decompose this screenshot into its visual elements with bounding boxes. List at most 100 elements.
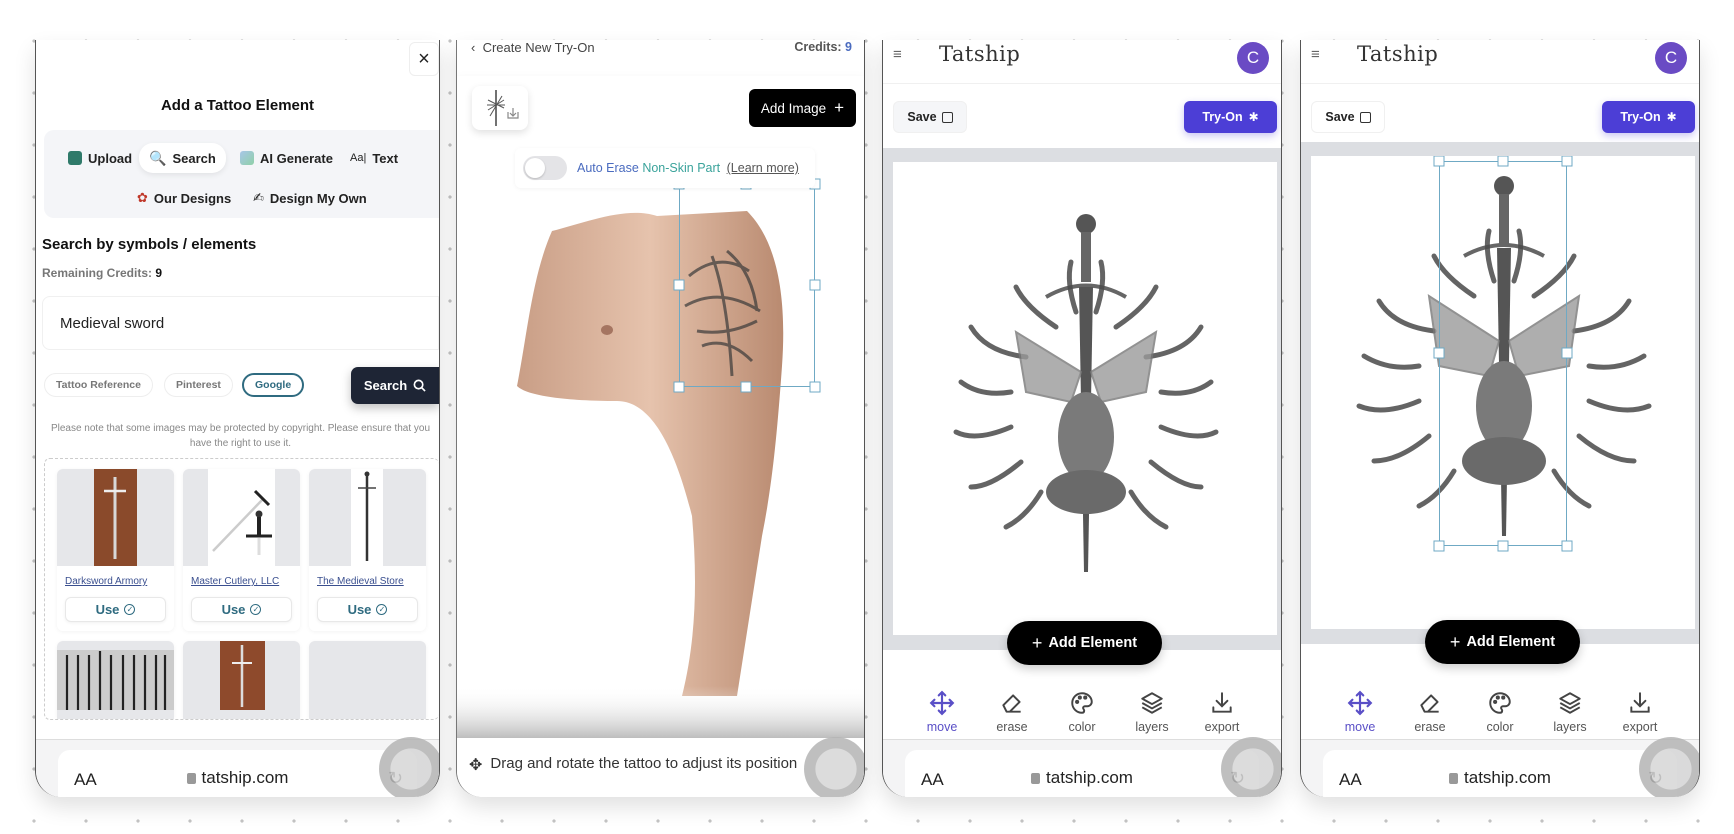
tab-text[interactable]: Aa| Text — [340, 143, 408, 173]
url-display[interactable]: tatship.com — [905, 768, 1259, 788]
avatar[interactable]: C — [1655, 42, 1687, 74]
tattoo-selection-box[interactable] — [679, 184, 815, 387]
eraser-icon — [1002, 694, 1021, 713]
tool-export[interactable]: export — [1611, 690, 1669, 734]
sword-angel-tattoo-design[interactable] — [893, 162, 1277, 635]
plus-icon: + — [1031, 632, 1043, 653]
save-button[interactable]: Save — [1311, 101, 1385, 133]
tool-color[interactable]: color — [1471, 690, 1529, 734]
close-button[interactable]: × — [409, 42, 439, 76]
design-canvas[interactable] — [893, 162, 1277, 635]
tool-layers[interactable]: layers — [1541, 690, 1599, 734]
rose-icon: ✿ — [137, 190, 148, 205]
search-input[interactable] — [42, 296, 439, 350]
auto-erase-toggle[interactable] — [523, 156, 567, 180]
tab-upload[interactable]: Upload — [58, 143, 142, 173]
result-image[interactable] — [309, 469, 426, 566]
try-on-header: ‹ Create New Try-On Credits: 9 — [457, 40, 864, 76]
plus-icon: + — [1449, 631, 1461, 652]
source-chip-tattoo-reference[interactable]: Tattoo Reference — [44, 373, 153, 397]
auto-erase-bar: Auto Erase Non-Skin Part (Learn more) — [515, 148, 815, 188]
url-display[interactable]: tatship.com — [58, 768, 417, 788]
copyright-notice: Please note that some images may be prot… — [50, 423, 431, 449]
resize-handle[interactable] — [1433, 347, 1445, 359]
result-source-link[interactable]: Darksword Armory — [65, 576, 147, 587]
search-results-grid: Darksword Armory Use ✓ Master Cutlery, LL… — [44, 458, 439, 720]
result-image[interactable] — [57, 469, 174, 566]
tool-layers[interactable]: layers — [1123, 690, 1181, 734]
design-canvas-frame — [1301, 142, 1699, 644]
tab-search[interactable]: 🔍 Search — [139, 143, 226, 173]
avatar[interactable]: C — [1237, 42, 1269, 74]
resize-handle[interactable] — [1561, 540, 1573, 552]
result-card — [183, 641, 300, 719]
resize-handle[interactable] — [809, 279, 821, 291]
check-circle-icon: ✓ — [250, 604, 262, 615]
result-image[interactable] — [183, 469, 300, 566]
design-canvas-frame — [883, 148, 1281, 650]
result-image[interactable] — [183, 641, 300, 719]
resize-handle[interactable] — [1433, 156, 1445, 167]
result-card — [57, 641, 174, 719]
result-card: Darksword Armory Use ✓ — [57, 469, 174, 631]
tool-erase[interactable]: erase — [983, 690, 1041, 734]
search-button[interactable]: Search — [351, 367, 439, 404]
try-on-button[interactable]: Try-On ✱ — [1602, 101, 1695, 133]
save-button[interactable]: Save — [893, 101, 967, 133]
resize-handle[interactable] — [1497, 156, 1509, 167]
resize-handle[interactable] — [809, 381, 821, 393]
tatship-logo[interactable]: Tatship — [1357, 42, 1438, 66]
close-icon: × — [418, 47, 430, 70]
url-display[interactable]: tatship.com — [1323, 768, 1677, 788]
hamburger-menu-icon[interactable]: ≡ — [893, 46, 902, 63]
result-source-link[interactable]: Master Cutlery, LLC — [191, 576, 279, 587]
search-icon — [413, 379, 426, 392]
layers-icon — [1141, 692, 1163, 714]
result-card: The Medieval Store Use ✓ — [309, 469, 426, 631]
download-icon — [1212, 692, 1232, 713]
try-on-button[interactable]: Try-On ✱ — [1184, 101, 1277, 133]
layers-icon — [1559, 692, 1581, 714]
resize-handle[interactable] — [740, 381, 752, 393]
tattoo-selection-box[interactable] — [1439, 161, 1567, 546]
editor-panel-selected: ≡ Tatship C Save Try-On ✱ + Add Element … — [1300, 40, 1700, 797]
use-button[interactable]: Use ✓ — [317, 597, 418, 622]
source-chip-pinterest[interactable]: Pinterest — [164, 373, 233, 397]
tool-color[interactable]: color — [1053, 690, 1111, 734]
result-image[interactable] — [57, 641, 174, 719]
resize-handle[interactable] — [673, 381, 685, 393]
add-element-button[interactable]: + Add Element — [1425, 620, 1580, 664]
section-heading: Search by symbols / elements — [42, 236, 257, 253]
resize-handle[interactable] — [673, 279, 685, 291]
check-circle-icon: ✓ — [376, 604, 388, 615]
tool-export[interactable]: export — [1193, 690, 1251, 734]
resize-handle[interactable] — [1497, 540, 1509, 552]
add-image-button[interactable]: Add Image + — [749, 89, 856, 127]
tattoo-thumbnail[interactable] — [472, 86, 528, 130]
resize-handle[interactable] — [1561, 347, 1573, 359]
learn-more-link[interactable]: (Learn more) — [727, 161, 799, 175]
tab-ai-generate[interactable]: AI Generate — [230, 143, 343, 173]
tab-design-my-own[interactable]: ✍ Design My Own — [243, 183, 377, 213]
use-button[interactable]: Use ✓ — [191, 597, 292, 622]
tool-erase[interactable]: erase — [1401, 690, 1459, 734]
tab-our-designs[interactable]: ✿ Our Designs — [127, 183, 241, 213]
add-element-button[interactable]: + Add Element — [1007, 621, 1162, 665]
result-source-link[interactable]: The Medieval Store — [317, 576, 404, 587]
back-button[interactable]: ‹ Create New Try-On — [471, 40, 595, 55]
use-button[interactable]: Use ✓ — [65, 597, 166, 622]
resize-handle[interactable] — [1433, 540, 1445, 552]
editor-panel: ≡ Tatship C Save Try-On ✱ + Add Element … — [882, 40, 1282, 797]
design-canvas[interactable] — [1311, 156, 1695, 629]
source-chip-google[interactable]: Google — [242, 373, 305, 397]
hamburger-menu-icon[interactable]: ≡ — [1311, 46, 1320, 63]
resize-handle[interactable] — [1561, 156, 1573, 167]
ai-generate-icon — [240, 151, 254, 165]
tatship-logo[interactable]: Tatship — [939, 42, 1020, 66]
result-image-placeholder — [309, 641, 426, 719]
lock-icon — [1031, 773, 1041, 784]
try-on-canvas[interactable] — [457, 156, 864, 738]
image-upload-icon — [68, 151, 82, 165]
tool-move[interactable]: move — [913, 690, 971, 734]
tool-move[interactable]: move — [1331, 690, 1389, 734]
